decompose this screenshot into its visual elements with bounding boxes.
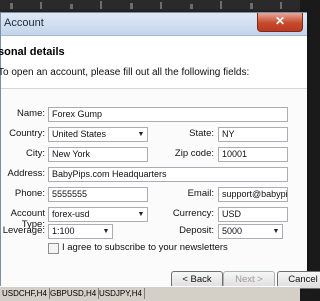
phone-field[interactable]: 5555555	[48, 187, 148, 202]
section-title: sonal details	[0, 46, 65, 58]
deposit-value: 5000	[222, 226, 243, 236]
leverage-select[interactable]: 1:100 ▼	[48, 224, 113, 239]
chevron-down-icon: ▼	[272, 228, 280, 235]
deposit-select[interactable]: 5000 ▼	[218, 224, 283, 239]
leverage-value: 1:100	[52, 226, 75, 236]
country-label: Country:	[9, 128, 45, 139]
chevron-down-icon: ▼	[102, 228, 110, 235]
button-row: < Back Next > Cancel	[1, 261, 320, 289]
phone-label: Phone:	[14, 188, 45, 199]
deposit-label: Deposit:	[179, 225, 214, 236]
city-label: City:	[26, 148, 45, 159]
title-bar[interactable]: Account ✕	[1, 13, 307, 36]
section-subtitle: To open an account, please fill out all …	[0, 67, 250, 78]
email-label: Email:	[187, 188, 214, 199]
name-field[interactable]: Forex Gump	[48, 107, 288, 122]
state-field[interactable]: NY	[218, 127, 288, 142]
name-label: Name:	[17, 108, 45, 119]
chevron-down-icon: ▼	[137, 211, 145, 218]
newsletter-checkbox[interactable]	[48, 243, 59, 254]
close-icon: ✕	[274, 14, 286, 28]
newsletter-label: I agree to subscribe to your newsletters	[62, 242, 228, 253]
city-field[interactable]: New York	[48, 147, 148, 162]
chart-tab-gbpusd[interactable]: GBPUSD,H4	[48, 288, 100, 299]
zip-field[interactable]: 10001	[218, 147, 288, 162]
chart-tabs-bar: USDCHF,H4 GBPUSD,H4 USDJPY,H4	[0, 286, 300, 301]
leverage-label: Leverage:	[2, 225, 45, 236]
email-field[interactable]: support@babypips.com	[218, 187, 288, 202]
open-account-dialog: Account ✕ sonal details To open an accou…	[0, 12, 320, 289]
chevron-down-icon: ▼	[137, 131, 145, 138]
close-button[interactable]: ✕	[257, 13, 303, 32]
dialog-header: sonal details To open an account, please…	[0, 36, 307, 89]
chart-tab-usdchf[interactable]: USDCHF,H4	[0, 288, 50, 299]
chart-tab-usdjpy[interactable]: USDJPY,H4	[97, 288, 145, 299]
window-title: Account	[4, 17, 44, 29]
address-label: Address:	[7, 168, 46, 179]
address-field[interactable]: BabyPips.com Headquarters	[48, 167, 288, 182]
zip-label: Zip code:	[174, 148, 214, 159]
account-type-select[interactable]: forex-usd ▼	[48, 207, 148, 222]
currency-label: Currency:	[172, 208, 214, 219]
account-type-value: forex-usd	[52, 209, 90, 219]
state-label: State:	[189, 128, 214, 139]
country-select[interactable]: United States ▼	[48, 127, 148, 142]
country-value: United States	[52, 129, 107, 139]
currency-field[interactable]: USD	[218, 207, 288, 222]
